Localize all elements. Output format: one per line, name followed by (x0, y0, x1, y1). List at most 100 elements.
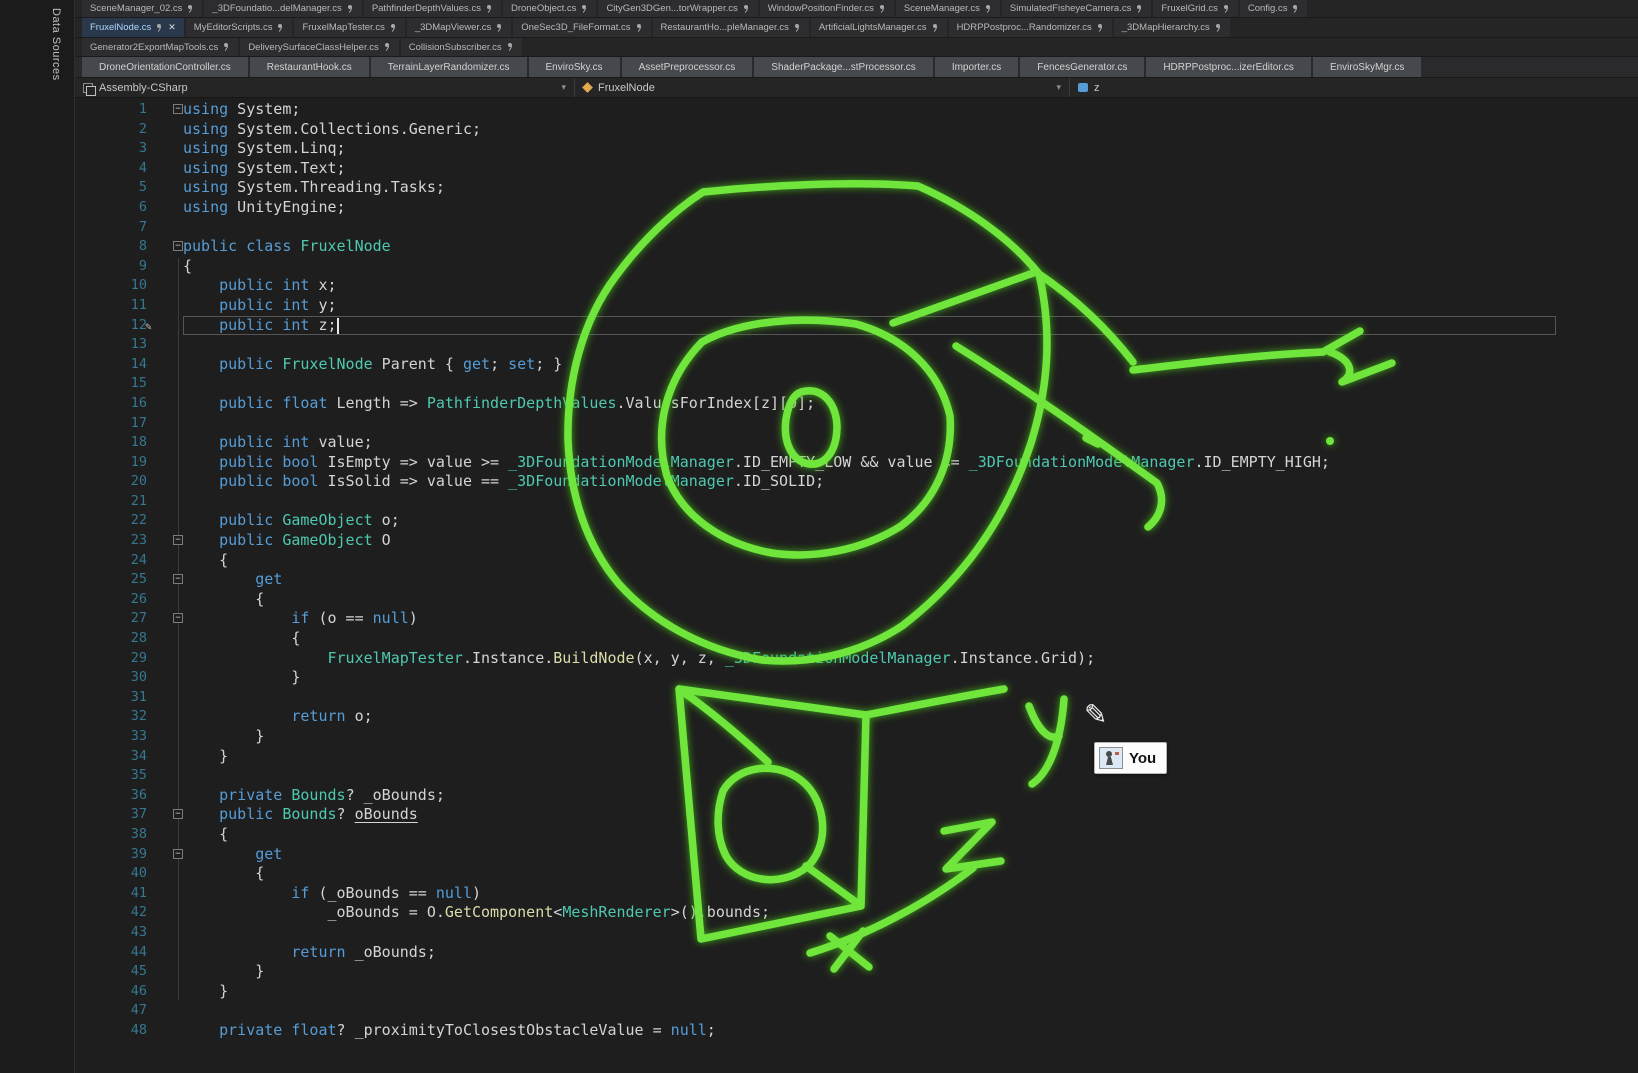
pin-icon[interactable] (931, 23, 939, 33)
tab-onesec3d-fileformat-cs[interactable]: OneSec3D_FileFormat.cs (513, 18, 650, 37)
pin-icon[interactable] (1214, 23, 1222, 33)
code-line-11[interactable]: 11 public int y; (75, 296, 1638, 316)
tab-droneorientationcontroller-cs[interactable]: DroneOrientationController.cs (82, 57, 248, 77)
tab-assetpreprocessor-cs[interactable]: AssetPreprocessor.cs (622, 57, 753, 77)
code-line-44[interactable]: 44 return _oBounds; (75, 943, 1638, 963)
pin-icon[interactable] (186, 4, 194, 14)
code-line-3[interactable]: 3using System.Linq; (75, 139, 1638, 159)
code-line-47[interactable]: 47 (75, 1001, 1638, 1021)
code-line-15[interactable]: 15 (75, 374, 1638, 394)
tab-fruxelmaptester-cs[interactable]: FruxelMapTester.cs (294, 18, 404, 37)
code-line-21[interactable]: 21 (75, 492, 1638, 512)
pin-icon[interactable] (1222, 4, 1230, 14)
code-line-7[interactable]: 7 (75, 218, 1638, 238)
code-line-41[interactable]: 41 if (_oBounds == null) (75, 884, 1638, 904)
tab-droneobject-cs[interactable]: DroneObject.cs (503, 0, 596, 17)
pin-icon[interactable] (878, 4, 886, 14)
code-line-28[interactable]: 28 { (75, 629, 1638, 649)
code-line-39[interactable]: 39− get (75, 845, 1638, 865)
code-line-14[interactable]: 14 public FruxelNode Parent { get; set; … (75, 355, 1638, 375)
fold-marker-icon[interactable]: − (173, 104, 183, 114)
code-editor[interactable]: 1−using System;2using System.Collections… (75, 98, 1638, 1073)
code-line-30[interactable]: 30 } (75, 668, 1638, 688)
project-dropdown[interactable]: Assembly-CSharp ▾ (75, 78, 575, 97)
code-line-37[interactable]: 37− public Bounds? oBounds (75, 805, 1638, 825)
pin-icon[interactable] (155, 23, 163, 33)
pin-icon[interactable] (276, 23, 284, 33)
tab--3dfoundatio-delmanager-cs[interactable]: _3DFoundatio...delManager.cs (204, 0, 361, 17)
pin-icon[interactable] (984, 4, 992, 14)
code-line-33[interactable]: 33 } (75, 727, 1638, 747)
code-line-10[interactable]: 10 public int x; (75, 276, 1638, 296)
pin-icon[interactable] (222, 42, 230, 52)
code-line-18[interactable]: 18 public int value; (75, 433, 1638, 453)
fold-marker-icon[interactable]: − (173, 613, 183, 623)
tab-shaderpackage-stprocessor-cs[interactable]: ShaderPackage...stProcessor.cs (754, 57, 933, 77)
fold-marker-icon[interactable]: − (173, 849, 183, 859)
code-line-26[interactable]: 26 { (75, 590, 1638, 610)
code-line-9[interactable]: 9{ (75, 257, 1638, 277)
member-dropdown[interactable]: z (1070, 78, 1638, 97)
code-line-32[interactable]: 32 return o; (75, 707, 1638, 727)
code-line-34[interactable]: 34 } (75, 747, 1638, 767)
code-line-6[interactable]: 6using UnityEngine; (75, 198, 1638, 218)
code-line-35[interactable]: 35 (75, 766, 1638, 786)
tab-myeditorscripts-cs[interactable]: MyEditorScripts.cs (186, 18, 293, 37)
tab-scenemanager-02-cs[interactable]: SceneManager_02.cs (82, 0, 202, 17)
close-icon[interactable]: ✕ (168, 22, 176, 33)
code-line-4[interactable]: 4using System.Text; (75, 159, 1638, 179)
tab-importer-cs[interactable]: Importer.cs (935, 57, 1018, 77)
tab-artificiallightsmanager-cs[interactable]: ArtificialLightsManager.cs (811, 18, 947, 37)
fold-marker-icon[interactable]: − (173, 535, 183, 545)
pin-icon[interactable] (1135, 4, 1143, 14)
data-sources-tab[interactable]: Data Sources (50, 8, 62, 81)
code-line-19[interactable]: 19 public bool IsEmpty => value >= _3DFo… (75, 453, 1638, 473)
tab-fruxelnode-cs[interactable]: FruxelNode.cs✕ (82, 18, 184, 37)
code-line-5[interactable]: 5using System.Threading.Tasks; (75, 178, 1638, 198)
code-line-23[interactable]: 23− public GameObject O (75, 531, 1638, 551)
tab-deliverysurfaceclasshelper-cs[interactable]: DeliverySurfaceClassHelper.cs (240, 38, 398, 56)
tab-config-cs[interactable]: Config.cs (1240, 0, 1308, 17)
code-line-22[interactable]: 22 public GameObject o; (75, 511, 1638, 531)
code-line-1[interactable]: 1−using System; (75, 100, 1638, 120)
tab-hdrppostproc-randomizer-cs[interactable]: HDRPPostproc...Randomizer.cs (949, 18, 1112, 37)
tab-simulatedfisheyecamera-cs[interactable]: SimulatedFisheyeCamera.cs (1002, 0, 1151, 17)
pin-icon[interactable] (1096, 23, 1104, 33)
code-line-20[interactable]: 20 public bool IsSolid => value == _3DFo… (75, 472, 1638, 492)
code-line-13[interactable]: 13 (75, 335, 1638, 355)
code-line-36[interactable]: 36 private Bounds? _oBounds; (75, 786, 1638, 806)
tab-citygen3dgen-torwrapper-cs[interactable]: CityGen3DGen...torWrapper.cs (598, 0, 757, 17)
chevron-down-icon[interactable]: ▾ (1056, 82, 1061, 93)
pin-icon[interactable] (389, 23, 397, 33)
tab-terrainlayerrandomizer-cs[interactable]: TerrainLayerRandomizer.cs (371, 57, 527, 77)
fold-marker-icon[interactable]: − (173, 241, 183, 251)
code-line-46[interactable]: 46 } (75, 982, 1638, 1002)
code-line-42[interactable]: 42 _oBounds = O.GetComponent<MeshRendere… (75, 903, 1638, 923)
tab-windowpositionfinder-cs[interactable]: WindowPositionFinder.cs (760, 0, 894, 17)
fold-marker-icon[interactable]: − (173, 574, 183, 584)
code-line-8[interactable]: 8−public class FruxelNode (75, 237, 1638, 257)
tab-collisionsubscriber-cs[interactable]: CollisionSubscriber.cs (401, 38, 522, 56)
tab-restaurantho-plemanager-cs[interactable]: RestaurantHo...pleManager.cs (653, 18, 809, 37)
code-line-2[interactable]: 2using System.Collections.Generic; (75, 120, 1638, 140)
tab--3dmapviewer-cs[interactable]: _3DMapViewer.cs (407, 18, 511, 37)
tab-pathfinderdepthvalues-cs[interactable]: PathfinderDepthValues.cs (364, 0, 501, 17)
code-line-16[interactable]: 16 public float Length => PathfinderDept… (75, 394, 1638, 414)
pin-icon[interactable] (1291, 4, 1299, 14)
code-line-24[interactable]: 24 { (75, 551, 1638, 571)
tab-fencesgenerator-cs[interactable]: FencesGenerator.cs (1020, 57, 1144, 77)
pin-icon[interactable] (485, 4, 493, 14)
code-line-27[interactable]: 27− if (o == null) (75, 609, 1638, 629)
pin-icon[interactable] (580, 4, 588, 14)
pin-icon[interactable] (506, 42, 514, 52)
code-line-31[interactable]: 31 (75, 688, 1638, 708)
pin-icon[interactable] (383, 42, 391, 52)
fold-marker-icon[interactable]: − (173, 809, 183, 819)
tab-hdrppostproc-izereditor-cs[interactable]: HDRPPostproc...izerEditor.cs (1146, 57, 1311, 77)
code-line-12[interactable]: 12✎ public int z; (75, 316, 1638, 336)
tab-generator2exportmaptools-cs[interactable]: Generator2ExportMapTools.cs (82, 38, 238, 56)
code-line-43[interactable]: 43 (75, 923, 1638, 943)
pin-icon[interactable] (742, 4, 750, 14)
code-line-17[interactable]: 17 (75, 414, 1638, 434)
code-line-48[interactable]: 48 private float? _proximityToClosestObs… (75, 1021, 1638, 1041)
